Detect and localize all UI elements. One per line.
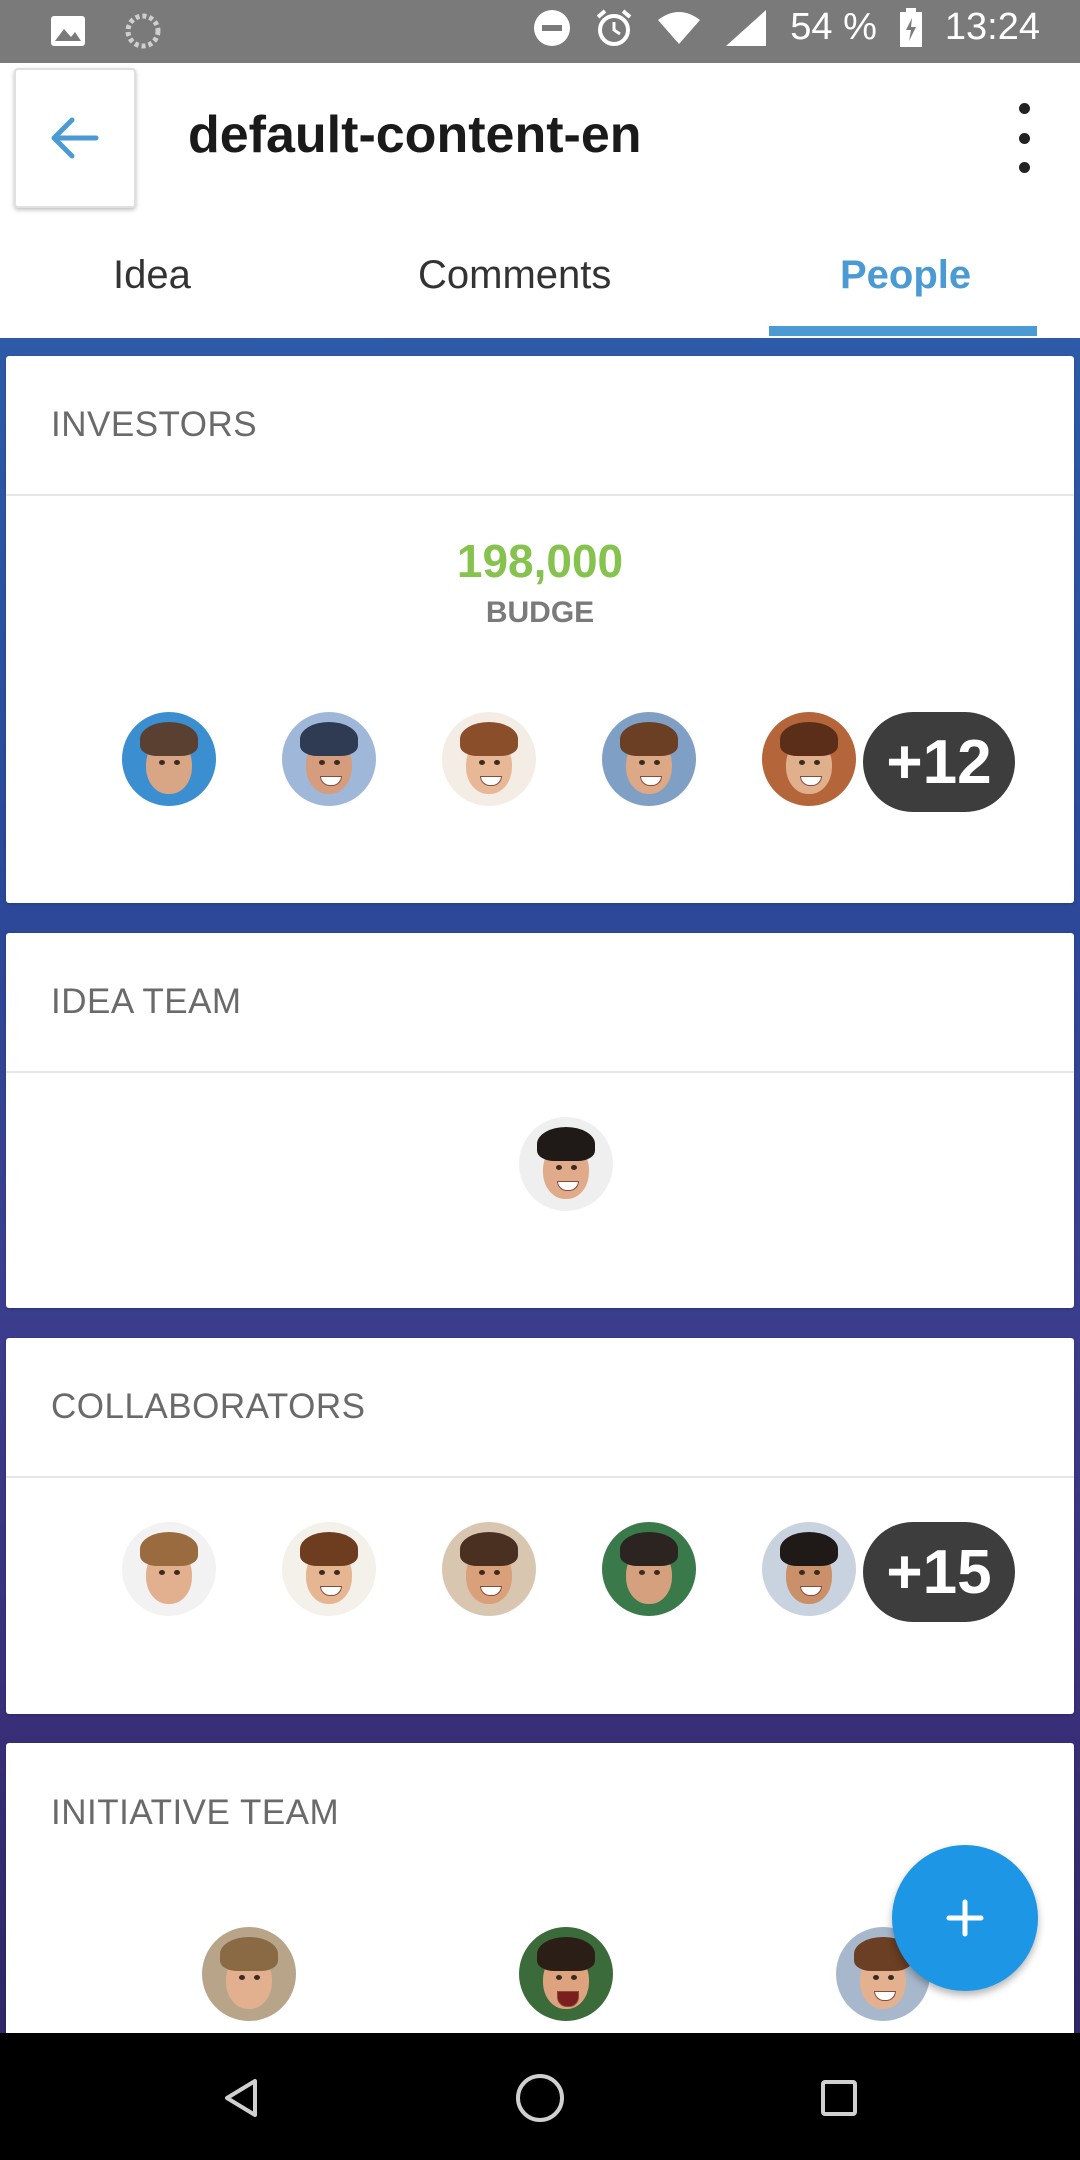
- system-nav-bar: [0, 2033, 1080, 2160]
- investor-avatar-4[interactable]: [602, 712, 696, 806]
- tab-bar: Idea Comments People: [0, 223, 1080, 340]
- idea-team-avatar-1[interactable]: [519, 1117, 613, 1211]
- battery-icon: [899, 7, 922, 47]
- nav-back-button[interactable]: [207, 2063, 277, 2133]
- image-icon: [51, 16, 85, 46]
- collaborators-card: COLLABORATORS +15: [6, 1338, 1074, 1714]
- budget-label: BUDGE: [485, 596, 595, 629]
- investor-avatar-2[interactable]: [282, 712, 376, 806]
- idea-team-card: IDEA TEAM: [6, 933, 1074, 1308]
- budget-value: 198,000: [456, 535, 624, 587]
- plus-icon: [946, 1899, 984, 1937]
- investor-avatar-3[interactable]: [442, 712, 536, 806]
- tab-idea[interactable]: Idea: [113, 253, 191, 298]
- loading-icon: [125, 13, 161, 49]
- tab-people[interactable]: People: [840, 253, 971, 298]
- investor-avatar-5[interactable]: [762, 712, 856, 806]
- do-not-disturb-icon: [534, 9, 571, 46]
- battery-percent: 54 %: [790, 6, 877, 48]
- collaborator-avatar-2[interactable]: [282, 1522, 376, 1616]
- more-options-button[interactable]: [1004, 103, 1044, 173]
- investors-title: INVESTORS: [6, 356, 1074, 496]
- app-bar: default-content-en: [0, 63, 1080, 223]
- nav-recents-button[interactable]: [804, 2063, 874, 2133]
- signal-icon: [726, 9, 767, 46]
- back-button[interactable]: [14, 68, 136, 208]
- active-tab-indicator: [769, 326, 1037, 336]
- initiative-avatar-1[interactable]: [202, 1927, 296, 2021]
- more-vertical-icon: [1018, 103, 1030, 114]
- collaborator-avatar-3[interactable]: [442, 1522, 536, 1616]
- initiative-team-title: INITIATIVE TEAM: [51, 1793, 340, 1832]
- collaborators-more-badge[interactable]: +15: [863, 1522, 1015, 1622]
- home-circle-icon: [516, 2074, 564, 2122]
- collaborator-avatar-5[interactable]: [762, 1522, 856, 1616]
- collaborators-title: COLLABORATORS: [6, 1338, 1074, 1478]
- investors-more-badge[interactable]: +12: [863, 712, 1015, 812]
- nav-home-button[interactable]: [505, 2063, 575, 2133]
- add-fab-button[interactable]: [892, 1845, 1038, 1991]
- collaborator-avatar-4[interactable]: [602, 1522, 696, 1616]
- investors-card: INVESTORS 198,000 BUDGE +12: [6, 356, 1074, 903]
- wifi-icon: [658, 11, 701, 44]
- status-bar: 54 % 13:24: [0, 0, 1080, 63]
- page-title: default-content-en: [188, 106, 642, 164]
- collaborator-avatar-1[interactable]: [122, 1522, 216, 1616]
- clock: 13:24: [944, 6, 1040, 48]
- idea-team-title: IDEA TEAM: [6, 933, 1074, 1073]
- initiative-avatar-2[interactable]: [519, 1927, 613, 2021]
- alarm-icon: [596, 8, 632, 46]
- investor-avatar-1[interactable]: [122, 712, 216, 806]
- arrow-left-icon: [51, 117, 99, 159]
- back-triangle-icon: [225, 2079, 257, 2117]
- recents-square-icon: [821, 2080, 857, 2116]
- tab-comments[interactable]: Comments: [418, 253, 611, 298]
